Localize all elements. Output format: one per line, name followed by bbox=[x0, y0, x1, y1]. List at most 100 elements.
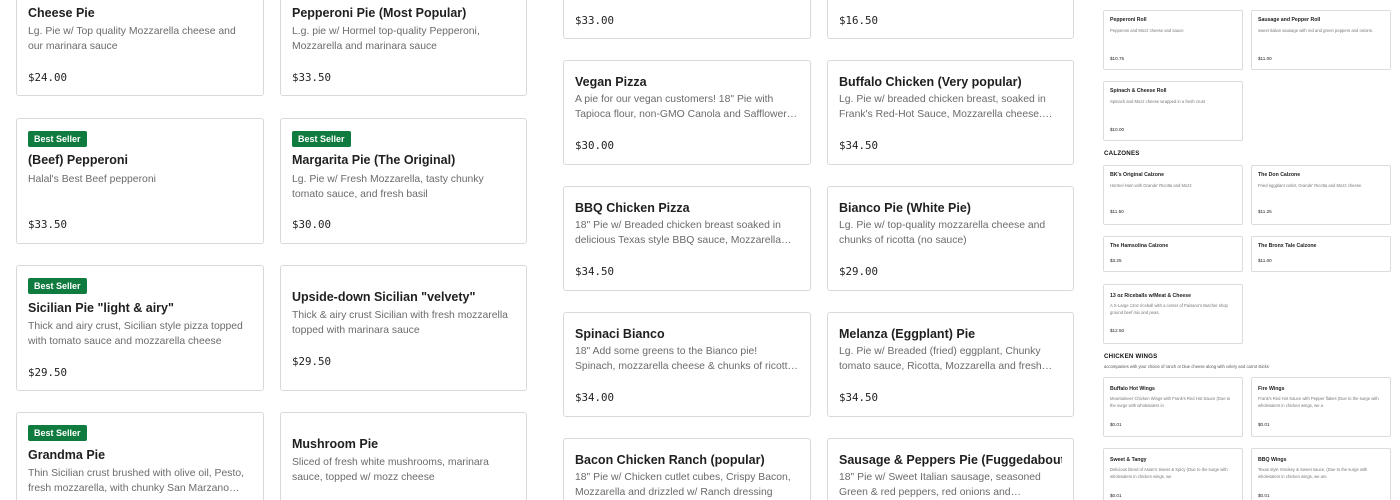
item-price: $34.00 bbox=[575, 391, 615, 404]
menu-item-card[interactable]: BBQ Chicken Pizza 18" Pie w/ Breaded chi… bbox=[563, 186, 811, 291]
mini-menu-item[interactable]: Buffalo Hot Wings Mountaineer Chicken Wi… bbox=[1103, 377, 1243, 437]
best-seller-badge: Best Seller bbox=[28, 278, 87, 294]
item-title: Buffalo Chicken (Very popular) bbox=[839, 75, 1022, 89]
item-description: 18" Add some greens to the Bianco pie! S… bbox=[575, 346, 794, 372]
mini-menu-item[interactable]: Sweet & Tangy Delicious blend of Asian's… bbox=[1103, 448, 1243, 500]
mini-item-price: $12.50 bbox=[1110, 328, 1125, 333]
item-title: Sausage & Peppers Pie (Fuggedaboutit!) bbox=[839, 453, 1062, 467]
item-description: Lg. Pie w/ Breaded (fried) eggplant, Chu… bbox=[839, 346, 1042, 372]
chicken-wings-heading: CHICKEN WINGS bbox=[1104, 353, 1158, 360]
mini-item-description: Pepperoni and Mozz cheese and sauce bbox=[1110, 28, 1184, 33]
item-title: Bianco Pie (White Pie) bbox=[839, 201, 971, 215]
menu-item-card[interactable]: $16.50 bbox=[827, 0, 1074, 39]
item-description: Sliced of fresh white mushrooms, marinar… bbox=[292, 457, 489, 483]
mini-item-title: The Don Calzone bbox=[1258, 172, 1301, 178]
mini-item-description: Frank's Red Hot Sauce with Pepper flakes… bbox=[1258, 396, 1379, 408]
mini-menu-item[interactable]: Spinach & Cheese Roll Spinach and Mozz c… bbox=[1103, 81, 1243, 141]
calzones-heading: CALZONES bbox=[1104, 150, 1140, 157]
item-description: Halal's Best Beef pepperoni bbox=[28, 174, 156, 185]
best-seller-badge: Best Seller bbox=[28, 425, 87, 441]
item-price: $16.50 bbox=[839, 14, 879, 27]
item-title: Mushroom Pie bbox=[292, 437, 379, 451]
mini-menu-item[interactable]: Sausage and Pepper Roll sweet italian sa… bbox=[1251, 10, 1391, 70]
item-price: $29.50 bbox=[28, 366, 68, 379]
menu-item-card[interactable]: Best Seller Margarita Pie (The Original)… bbox=[280, 118, 527, 244]
mini-item-description: Hormel Ham with Grande' Ricotta and Mozz bbox=[1110, 183, 1192, 188]
item-title: Sicilian Pie "light & airy" bbox=[28, 301, 174, 315]
menu-item-card[interactable]: Bianco Pie (White Pie) Lg. Pie w/ top-qu… bbox=[827, 186, 1074, 291]
mini-item-title: BBQ Wings bbox=[1258, 457, 1287, 463]
mini-item-price: $10.00 bbox=[1110, 127, 1125, 132]
item-description: Lg. Pie w/ top-quality mozzarella cheese… bbox=[839, 220, 1046, 246]
mini-item-price: $3.25 bbox=[1110, 258, 1122, 263]
mini-menu-item[interactable]: BBQ Wings Texas style Smokey & Sweet sau… bbox=[1251, 448, 1391, 500]
item-price: $34.50 bbox=[839, 391, 879, 404]
item-price: $30.00 bbox=[292, 218, 332, 231]
menu-item-card[interactable]: Spinaci Bianco 18" Add some greens to th… bbox=[563, 312, 811, 417]
item-title: (Beef) Pepperoni bbox=[28, 153, 129, 167]
mini-item-price: $0.01 bbox=[1258, 422, 1270, 427]
mini-item-title: Fire Wings bbox=[1258, 386, 1285, 392]
mini-item-price: $0.01 bbox=[1258, 493, 1270, 498]
mini-menu-item[interactable]: BK's Original Calzone Hormel Ham with Gr… bbox=[1103, 165, 1243, 225]
mini-menu-item[interactable]: The Hamsolina Calzone $3.25 bbox=[1103, 236, 1243, 272]
menu-item-card[interactable]: Buffalo Chicken (Very popular) Lg. Pie w… bbox=[827, 60, 1074, 165]
mini-menu-item[interactable]: The Bronx Tale Calzone $11.00 bbox=[1251, 236, 1391, 272]
best-seller-badge: Best Seller bbox=[28, 131, 87, 147]
mini-item-description: Fried eggplant cutlet, Grande' Ricotta a… bbox=[1258, 183, 1363, 188]
item-title: Upside-down Sicilian "velvety" bbox=[292, 290, 476, 304]
menu-item-card[interactable]: Sausage & Peppers Pie (Fuggedaboutit!) 1… bbox=[827, 438, 1074, 500]
mini-item-description: Delicious blend of Asian's Sweet & Spicy… bbox=[1110, 467, 1228, 479]
mini-item-price: $10.75 bbox=[1110, 56, 1125, 61]
mini-item-price: $11.25 bbox=[1258, 209, 1272, 214]
item-description: 18" Pie w/ Sweet Italian sausage, season… bbox=[839, 472, 1041, 498]
item-description: A pie for our vegan customers! 18" Pie w… bbox=[575, 94, 787, 120]
item-price: $24.00 bbox=[28, 71, 68, 84]
item-description: Thin Sicilian crust brushed with olive o… bbox=[28, 468, 244, 494]
item-title: Melanza (Eggplant) Pie bbox=[839, 327, 976, 341]
mini-item-title: 13 oz Riceballs w/Meat & Cheese bbox=[1110, 293, 1192, 299]
item-title: Spinaci Bianco bbox=[575, 327, 665, 341]
mini-item-price: $11.50 bbox=[1110, 209, 1124, 214]
mini-item-title: BK's Original Calzone bbox=[1110, 172, 1164, 178]
mini-item-title: Sweet & Tangy bbox=[1110, 457, 1147, 463]
menu-item-card[interactable]: Mushroom Pie Sliced of fresh white mushr… bbox=[280, 412, 527, 500]
menu-item-card[interactable]: $33.00 bbox=[563, 0, 811, 39]
item-description: 18" Pie w/ Breaded chicken breast soaked… bbox=[575, 220, 781, 246]
mini-item-title: Spinach & Cheese Roll bbox=[1110, 88, 1167, 94]
menu-item-card[interactable]: Best Seller Grandma Pie Thin Sicilian cr… bbox=[16, 412, 264, 500]
best-seller-badge: Best Seller bbox=[292, 131, 351, 147]
item-price: $29.00 bbox=[839, 265, 879, 278]
item-title: Pepperoni Pie (Most Popular) bbox=[292, 6, 467, 20]
menu-item-card[interactable]: Best Seller (Beef) Pepperoni Halal's Bes… bbox=[16, 118, 264, 244]
mini-item-description: Texas style Smokey & Sweet sauce. (Due t… bbox=[1258, 467, 1368, 479]
item-description: L.g. pie w/ Hormel top-quality Pepperoni… bbox=[292, 26, 480, 52]
mini-menu-item[interactable]: The Don Calzone Fried eggplant cutlet, G… bbox=[1251, 165, 1391, 225]
item-description: Thick & airy crust Sicilian with fresh m… bbox=[292, 310, 508, 336]
menu-item-card[interactable]: Melanza (Eggplant) Pie Lg. Pie w/ Breade… bbox=[827, 312, 1074, 417]
menu-item-card[interactable]: Vegan Pizza A pie for our vegan customer… bbox=[563, 60, 811, 165]
mini-item-description: Spinach and Mozz cheese wrapped in a fre… bbox=[1110, 99, 1205, 104]
menu-item-card[interactable]: Bacon Chicken Ranch (popular) 18" Pie w/… bbox=[563, 438, 811, 500]
mini-item-title: The Hamsolina Calzone bbox=[1110, 243, 1169, 249]
menu-item-card[interactable]: Upside-down Sicilian "velvety" Thick & a… bbox=[280, 265, 527, 391]
item-title: Grandma Pie bbox=[28, 448, 106, 462]
item-price: $29.50 bbox=[292, 355, 332, 368]
mini-item-title: The Bronx Tale Calzone bbox=[1258, 243, 1317, 249]
item-description: Lg. Pie w/ Fresh Mozzarella, tasty chunk… bbox=[292, 174, 484, 200]
item-description: 18" Pie w/ Chicken cutlet cubes, Crispy … bbox=[575, 472, 791, 498]
mini-menu-item[interactable]: 13 oz Riceballs w/Meat & Cheese A X-Larg… bbox=[1103, 284, 1243, 344]
mini-item-price: $11.00 bbox=[1258, 258, 1272, 263]
menu-item-card[interactable]: Pepperoni Pie (Most Popular) L.g. pie w/… bbox=[280, 0, 527, 96]
item-description: Lg. Pie w/ breaded chicken breast, soake… bbox=[839, 94, 1046, 120]
item-title: BBQ Chicken Pizza bbox=[575, 201, 690, 215]
mini-menu-item[interactable]: Fire Wings Frank's Red Hot Sauce with Pe… bbox=[1251, 377, 1391, 437]
mini-item-price: $0.01 bbox=[1110, 422, 1122, 427]
item-price: $34.50 bbox=[575, 265, 615, 278]
item-description: Thick and airy crust, Sicilian style piz… bbox=[28, 321, 243, 347]
item-price: $34.50 bbox=[839, 139, 879, 152]
item-price: $30.00 bbox=[575, 139, 615, 152]
menu-item-card[interactable]: Best Seller Sicilian Pie "light & airy" … bbox=[16, 265, 264, 391]
mini-menu-item[interactable]: Pepperoni Roll Pepperoni and Mozz cheese… bbox=[1103, 10, 1243, 70]
menu-item-card[interactable]: Cheese Pie Lg. Pie w/ Top quality Mozzar… bbox=[16, 0, 264, 96]
